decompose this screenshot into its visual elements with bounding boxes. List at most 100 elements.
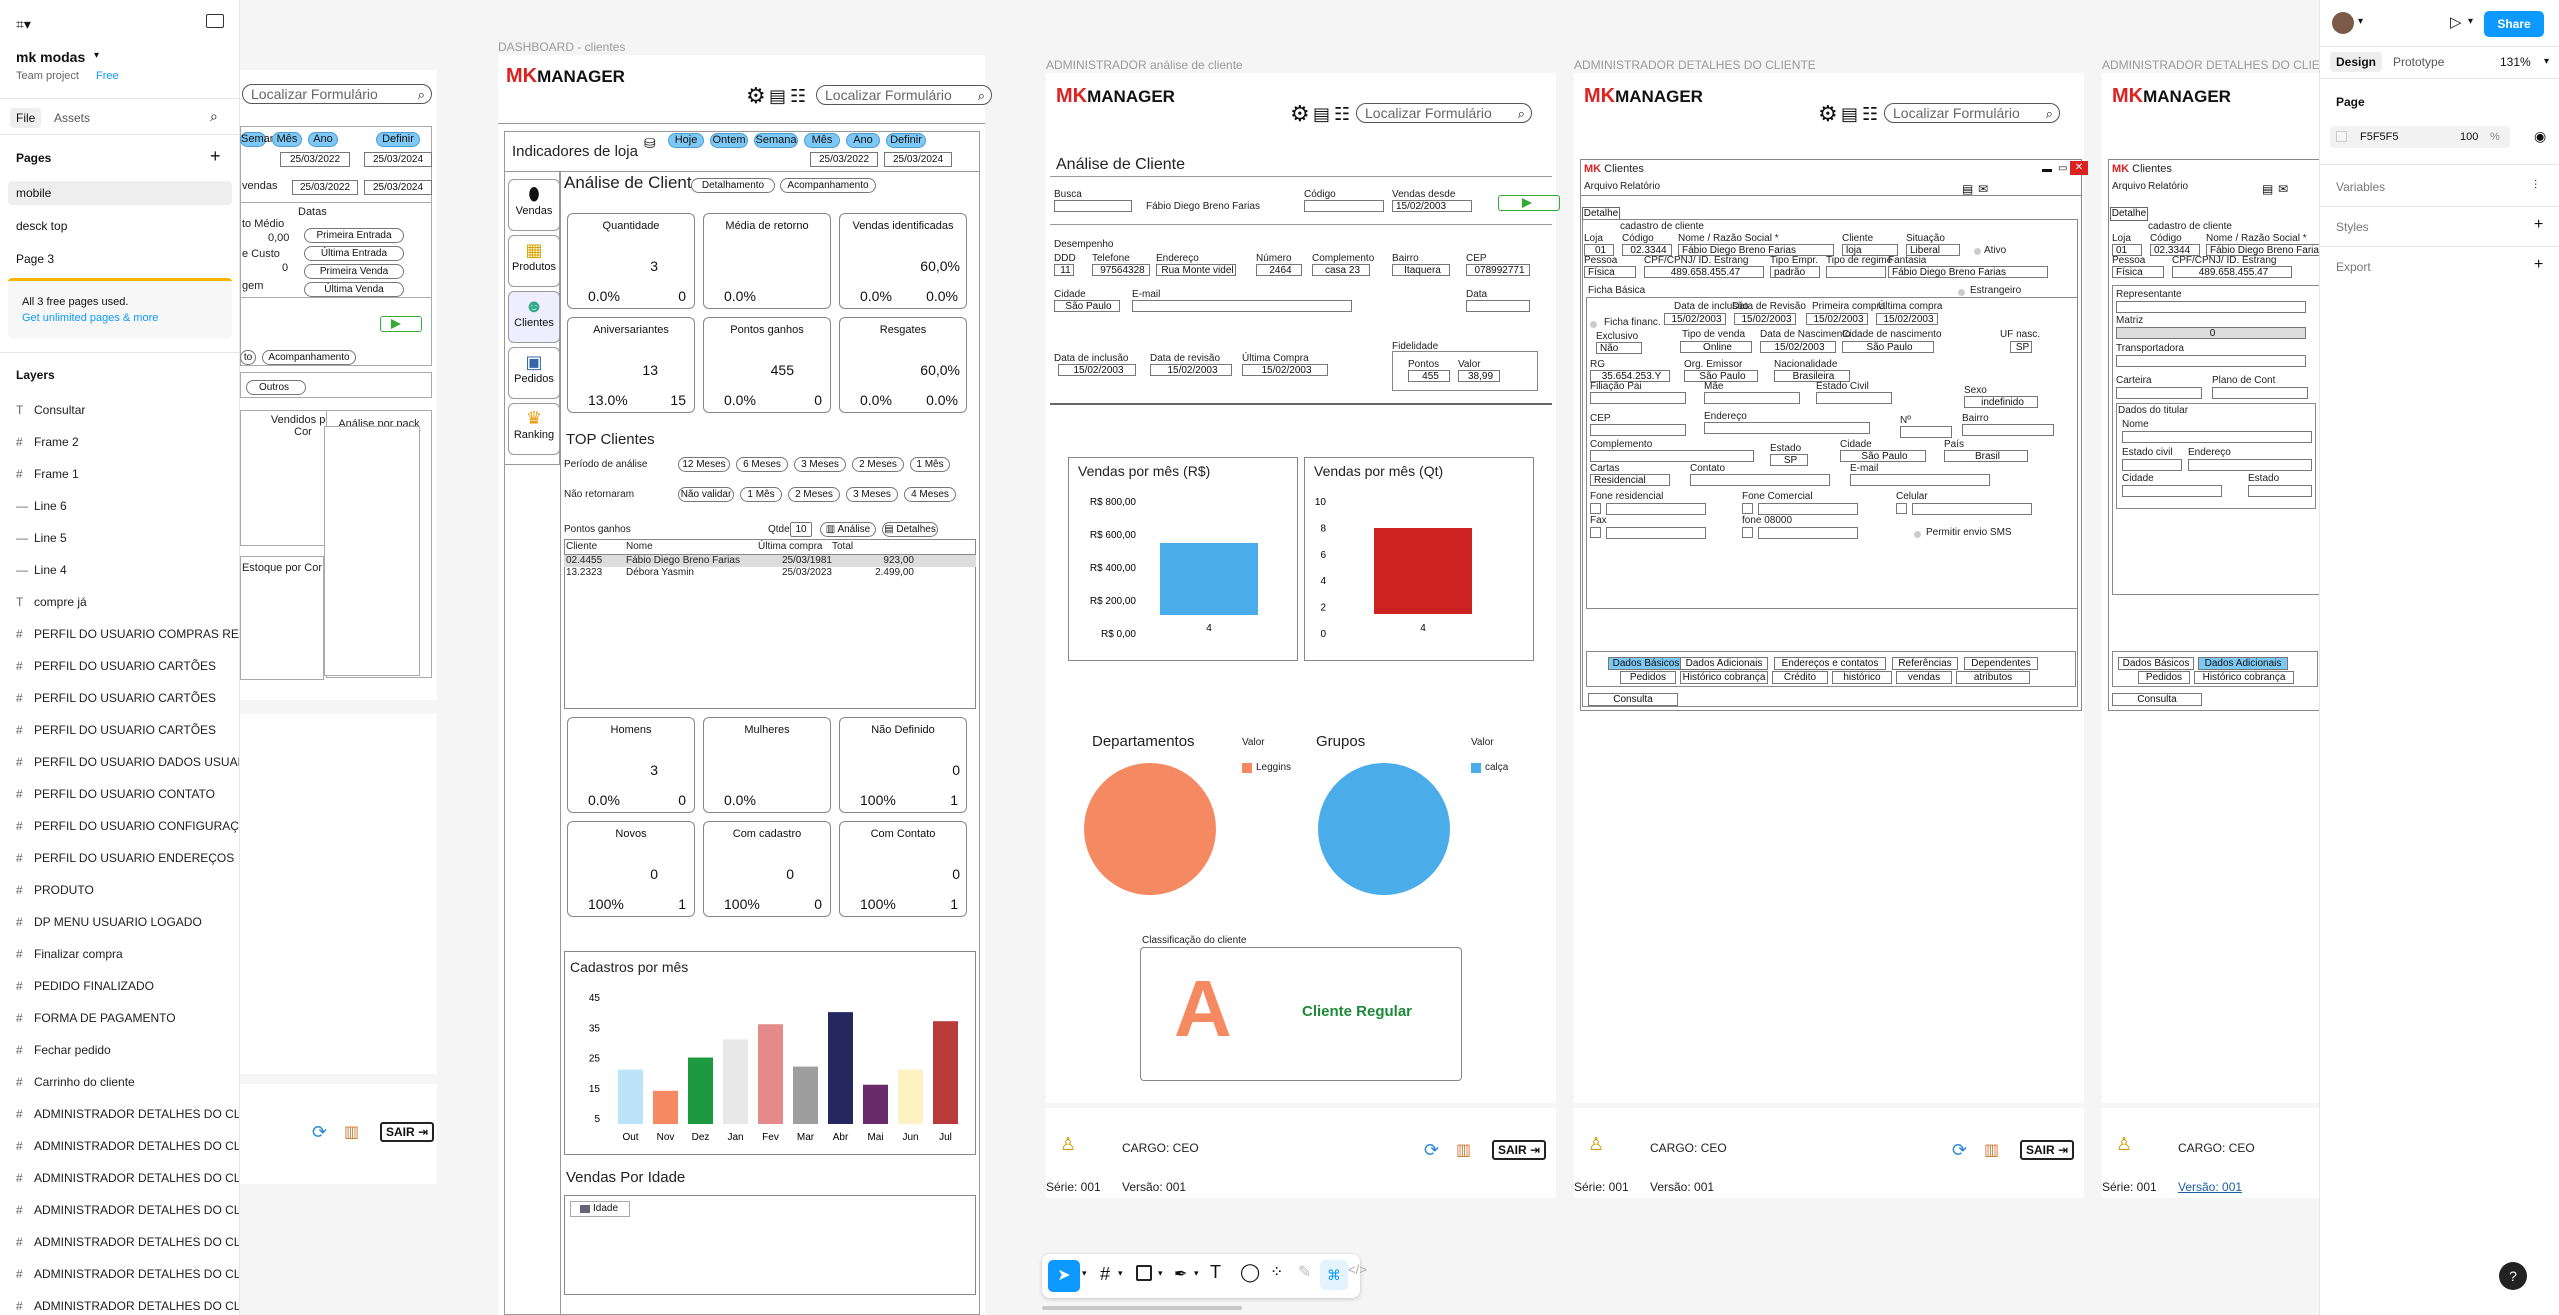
consulta-button[interactable]: Consulta <box>1588 693 1678 706</box>
input-field[interactable] <box>1590 392 1686 404</box>
canvas[interactable]: Localizar Formulário ⌕ Semana Mês Ano Def… <box>240 0 2319 1315</box>
rectangle-tool-icon[interactable] <box>1136 1265 1152 1281</box>
add-page-icon[interactable]: + <box>210 146 221 167</box>
layer-item[interactable]: # ADMINISTRADOR DETALHES DO CLI <box>16 1139 239 1153</box>
chart-icon[interactable]: ▥ <box>344 1122 359 1142</box>
input-field[interactable]: Não <box>1596 342 1642 354</box>
figma-menu-icon[interactable]: ⌗▾ <box>16 16 31 33</box>
option-periodo_opts[interactable]: 3 Meses <box>794 457 846 472</box>
layer-item[interactable]: — Line 6 <box>16 499 67 513</box>
cep-field[interactable]: 078992771 <box>1466 264 1530 276</box>
layer-item[interactable]: # ADMINISTRADOR DETALHES DO CLI <box>16 1299 239 1313</box>
input-field[interactable] <box>1590 450 1754 462</box>
option-nao_opts[interactable]: 3 Meses <box>846 487 898 502</box>
option-nao_opts[interactable]: 2 Meses <box>788 487 840 502</box>
add-export-icon[interactable]: + <box>2534 256 2543 274</box>
input-field[interactable]: 15/02/2003 <box>1806 313 1868 325</box>
logout-button[interactable]: SAIR ⇥ <box>380 1122 435 1142</box>
tab-prototype[interactable]: Prototype <box>2393 55 2444 69</box>
layer-item[interactable]: # Fechar pedido <box>16 1043 111 1057</box>
ddd-field[interactable]: 11 <box>1054 264 1074 276</box>
components-tool-icon[interactable]: ⁘ <box>1270 1262 1283 1282</box>
frame-detalhes-cliente-2[interactable]: MKMANAGER MK Clientes ▤ ✉ Arquivo Relató… <box>2102 73 2319 1103</box>
chevron-down-icon[interactable]: ▾ <box>2468 16 2473 27</box>
frame-detalhes-cliente[interactable]: MKMANAGER ⚙ ▤ ☷ Localizar Formulário ⌕ MK… <box>1574 73 2088 1103</box>
print-icon[interactable]: ▤ <box>1841 103 1858 125</box>
export-section[interactable]: Export <box>2336 260 2371 274</box>
print-icon[interactable]: ▤ <box>1962 182 1973 196</box>
tab-item[interactable]: vendas <box>1896 671 1952 684</box>
fill-field[interactable] <box>2330 126 2510 148</box>
layer-item[interactable]: # PERFIL DO USUARIO CARTÕES <box>16 659 216 673</box>
vendas-desde-input[interactable]: 15/02/2003 <box>1392 200 1472 212</box>
page-item-mobile[interactable]: mobile <box>16 186 51 200</box>
sms-radio[interactable] <box>1914 531 1921 538</box>
upgrade-link[interactable]: Get unlimited pages & more <box>22 312 158 324</box>
tab-file[interactable]: File <box>10 108 42 128</box>
tab-item[interactable]: Crédito <box>1772 671 1828 684</box>
input-field[interactable] <box>1826 266 1886 278</box>
pill-ontem[interactable]: Ontem <box>710 133 748 148</box>
chat-icon[interactable]: ☷ <box>1334 103 1350 125</box>
page-item-page-3[interactable]: Page 3 <box>16 252 54 266</box>
layer-item[interactable]: # ADMINISTRADOR DETALHES DO CLI <box>16 1203 239 1217</box>
minimize-icon[interactable]: ▬ <box>2042 164 2052 175</box>
estrangeiro-radio[interactable] <box>1958 289 1965 296</box>
search-input[interactable]: Localizar Formulário ⌕ <box>816 85 992 105</box>
play-button[interactable] <box>380 316 422 332</box>
input-field[interactable] <box>1606 527 1706 539</box>
input-field[interactable] <box>1704 392 1800 404</box>
email-field[interactable] <box>1132 300 1352 312</box>
logout-button[interactable]: SAIR ⇥ <box>2020 1140 2075 1160</box>
chart-icon[interactable]: ▥ <box>1984 1140 1999 1160</box>
pill-mes[interactable]: Mês <box>804 133 840 148</box>
layer-item[interactable]: # PERFIL DO USUARIO CONFIGURAÇÃ <box>16 819 239 833</box>
ult-field[interactable]: 15/02/2003 <box>1242 364 1328 376</box>
layer-item[interactable]: # PRODUTO <box>16 883 94 897</box>
input-field[interactable]: São Paulo <box>1840 450 1926 462</box>
input-field[interactable] <box>1758 503 1858 515</box>
input-field[interactable] <box>1962 424 2054 436</box>
valor-field[interactable]: 38,99 <box>1458 370 1500 382</box>
add-style-icon[interactable]: + <box>2534 216 2543 234</box>
nav-pedidos[interactable]: ▣ Pedidos <box>508 347 560 399</box>
qtde-input[interactable]: 10 <box>790 522 812 537</box>
nav-ranking[interactable]: ♛ Ranking <box>508 403 560 455</box>
layer-item[interactable]: # Finalizar compra <box>16 947 123 961</box>
dev-mode-icon[interactable]: ⌘ <box>1320 1260 1348 1290</box>
option-periodo_opts[interactable]: 2 Meses <box>852 457 904 472</box>
menu-arquivo[interactable]: Arquivo <box>2112 181 2146 192</box>
search-input[interactable]: Localizar Formulário ⌕ <box>1356 103 1532 123</box>
tab-item[interactable]: Dependentes <box>1964 657 2038 670</box>
mail-icon[interactable]: ✉ <box>1978 182 1988 196</box>
pill-definir[interactable]: Definir <box>376 132 420 147</box>
detalhes-button[interactable]: ▤ Detalhes <box>882 522 938 537</box>
input-field[interactable]: SP <box>2010 341 2032 353</box>
input-field[interactable]: Online <box>1680 341 1752 353</box>
input-field[interactable]: 15/02/2003 <box>1664 313 1726 325</box>
busca-input[interactable] <box>1054 200 1132 212</box>
close-icon[interactable]: ✕ <box>2070 161 2088 175</box>
layer-item[interactable]: # PEDIDO FINALIZADO <box>16 979 154 993</box>
layer-item[interactable]: # PERFIL DO USUARIO ENDEREÇOS <box>16 851 234 865</box>
input-field[interactable]: Brasil <box>1944 450 2028 462</box>
nav-produtos[interactable]: ▦ Produtos <box>508 235 560 287</box>
ficha-financ-radio[interactable] <box>1590 321 1597 328</box>
dinc-field[interactable]: 15/02/2003 <box>1058 364 1136 376</box>
option-periodo_opts[interactable]: 6 Meses <box>736 457 788 472</box>
search-icon[interactable]: ⌕ <box>210 108 218 125</box>
tab-item[interactable]: Pedidos <box>1620 671 1676 684</box>
share-button[interactable]: Share <box>2484 11 2544 37</box>
frame-title-analise[interactable]: ADMINISTRADOR análise de cliente <box>1046 58 1243 72</box>
pen-tool-icon[interactable]: ✒ <box>1174 1264 1187 1284</box>
nav-clientes[interactable]: ☻ Clientes <box>508 291 560 343</box>
print-icon[interactable]: ▤ <box>1313 103 1330 125</box>
tab-item[interactable]: histórico <box>1832 671 1892 684</box>
gear-icon[interactable]: ⚙ <box>1818 103 1838 125</box>
layer-item[interactable]: T Consultar <box>16 403 85 417</box>
layer-item[interactable]: — Line 5 <box>16 531 67 545</box>
variables-section[interactable]: Variables <box>2336 180 2385 194</box>
pill-definir[interactable]: Definir <box>886 133 926 148</box>
input-field[interactable]: padrão <box>1770 266 1820 278</box>
search-input[interactable]: Localizar Formulário ⌕ <box>1884 103 2060 123</box>
